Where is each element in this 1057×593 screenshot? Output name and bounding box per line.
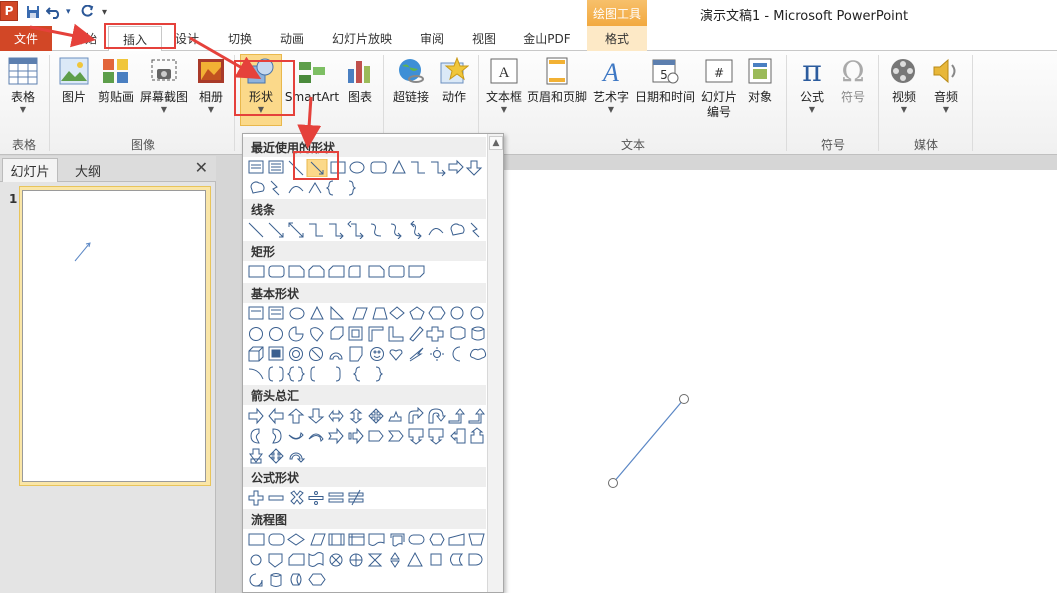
- annotation-arrow-3: [297, 96, 322, 149]
- annotation-arrow-2: [189, 36, 262, 79]
- tutorial-arrows-overlay: [29, 23, 322, 149]
- annotation-arrow-1: [29, 23, 96, 48]
